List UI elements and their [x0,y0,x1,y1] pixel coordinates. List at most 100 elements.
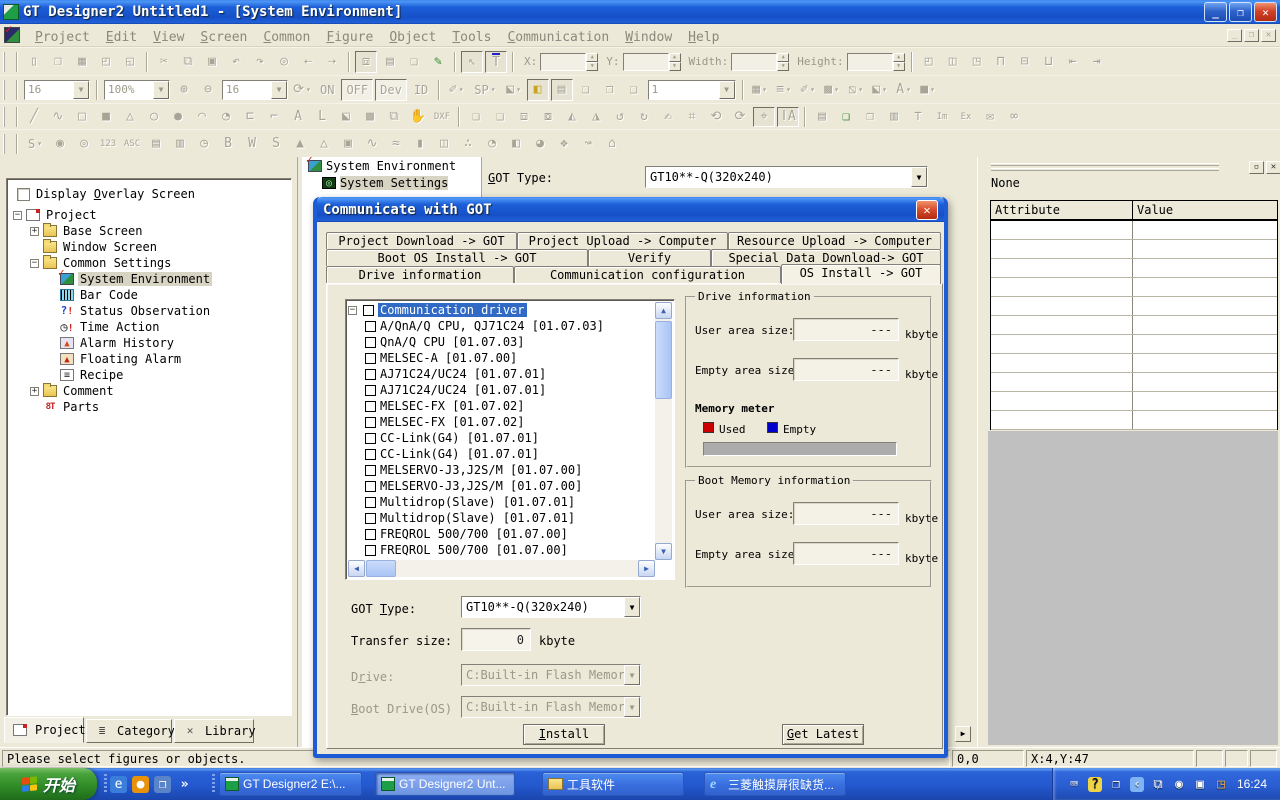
select-object-icon[interactable]: ǀA [777,107,799,127]
network-offline-tray-icon[interactable]: ⧉̷ [1151,777,1165,792]
paste-icon[interactable]: ▣ [201,51,223,73]
height-field[interactable] [847,53,893,71]
collapse-icon[interactable]: − [30,259,39,268]
driver-checkbox[interactable] [365,513,376,524]
chevron-down-icon[interactable]: ▼ [271,81,287,99]
start-button[interactable]: 开始 [0,768,97,800]
display-overlay-screen-checkbox[interactable] [17,188,30,201]
rotate-90-icon[interactable]: ⟲ [705,107,727,127]
chevron-down-icon[interactable]: ▾ [930,85,935,94]
tab-project[interactable]: Project [4,717,84,743]
comment-simple-icon[interactable]: S [265,133,287,155]
polyline-icon[interactable]: ∿ [47,107,69,127]
tree-item-alarm-history[interactable]: Alarm History [7,335,291,351]
alarm-history-icon[interactable]: ▲ [289,133,311,155]
flip-vertical-icon[interactable]: ◭ [561,107,583,127]
spinner[interactable]: ▲▼ [893,53,905,71]
driver-item-multidrop-slave[interactable]: Multidrop(Slave) [01.07.01] [348,494,655,510]
data-list-icon[interactable]: ▤ [145,133,167,155]
collapse-chevron-icon[interactable]: ‹ [1130,777,1144,792]
driver-item-freqrol-500-700[interactable]: FREQROL 500/700 [01.07.00] [348,542,655,558]
chevron-down-icon[interactable]: ▾ [906,85,911,94]
tree-item-status-observation[interactable]: Status Observation [7,303,291,319]
driver-item-cc-link-g4[interactable]: CC-Link(G4) [01.07.01] [348,430,655,446]
quicklaunch-overflow-chevron[interactable]: » [176,776,193,793]
paint-icon[interactable]: ⬕ [335,107,357,127]
communication-driver-checkbox[interactable] [363,305,374,316]
keyboard-tray-icon[interactable]: ⌨ [1067,777,1081,792]
chevron-down-icon[interactable]: ▾ [516,85,521,94]
dev-button[interactable]: Dev [375,79,407,101]
get-latest-button[interactable]: Get Latest [782,724,864,745]
dxf-icon[interactable]: DXF [431,107,453,127]
line-icon[interactable]: ╱ [23,107,45,127]
alarm-popup-icon[interactable]: ▣ [337,133,359,155]
align-center-icon[interactable]: ◫ [942,51,964,73]
new-project-icon[interactable]: ◰ [95,51,117,73]
driver-item-freqrol-500-700[interactable]: FREQROL 500/700 [01.07.00] [348,526,655,542]
driver-checkbox[interactable] [365,337,376,348]
circle-icon[interactable]: ○ [143,107,165,127]
menu-figure[interactable]: Figure [318,28,381,47]
select-mode-icon[interactable]: ⌖ [753,107,775,127]
same-width-icon[interactable]: ⇤ [1062,51,1084,73]
zoom-out-icon[interactable]: ⊖ [197,79,219,101]
redraw-icon[interactable]: ⟳▾ [291,79,313,101]
chevron-down-icon[interactable]: ▼ [719,81,735,99]
off-button[interactable]: OFF [341,79,373,101]
align-left-icon[interactable]: ◰ [918,51,940,73]
hscroll-thumb[interactable] [366,560,396,577]
driver-checkbox[interactable] [365,433,376,444]
tree-item-common-settings[interactable]: −Common Settings [7,255,291,271]
alarm-list-icon[interactable]: △ [313,133,335,155]
menu-project[interactable]: Project [27,28,98,47]
document-system-icon[interactable] [4,27,20,43]
scroll-right-icon[interactable]: ▶ [638,560,655,577]
tree-item-project[interactable]: −Project [7,207,291,223]
chevron-down-icon[interactable]: ▾ [306,85,311,94]
comment-word-icon[interactable]: W [241,133,263,155]
filled-circle-icon[interactable]: ● [167,107,189,127]
mdi-close-button[interactable]: ✕ [1261,29,1276,42]
width-field[interactable] [731,53,777,71]
scale-icon[interactable]: ⊏ [239,107,261,127]
logo-icon[interactable]: L [311,107,333,127]
dialog-titlebar[interactable]: Communicate with GOT ✕ [317,197,944,222]
driver-item-multidrop-slave[interactable]: Multidrop(Slave) [01.07.01] [348,510,655,526]
chevron-down-icon[interactable]: ▾ [37,139,42,148]
text-color-icon[interactable]: A▾ [893,79,915,101]
driver-item-melservo-j3-j2s-m[interactable]: MELSERVO-J3,J2S/M [01.07.00] [348,478,655,494]
menu-window[interactable]: Window [617,28,680,47]
chevron-down-icon[interactable]: ▼ [153,81,169,99]
chevron-down-icon[interactable]: ▾ [810,85,815,94]
layer-combo[interactable]: 1▼ [648,80,736,100]
screen-image-icon[interactable]: ❏ [403,51,425,73]
driver-checkbox[interactable] [365,465,376,476]
media-quicklaunch-icon[interactable]: ● [132,776,149,793]
toolbar-grip[interactable] [3,134,8,154]
chevron-down-icon[interactable]: ▾ [786,85,791,94]
find-icon[interactable]: ∞ [1003,107,1025,127]
panel-grip[interactable] [991,163,1219,171]
toolbar-grip[interactable] [3,52,8,72]
tree-item-bar-code[interactable]: Bar Code [7,287,291,303]
taskbar-task-gt-designer2-e[interactable]: GT Designer2 E:\... [219,772,362,796]
menu-communication[interactable]: Communication [499,28,617,47]
copy-style-icon[interactable]: ❏ [835,107,857,127]
sp-button[interactable]: SP▾ [469,79,500,101]
driver-item-melservo-j3-j2s-m[interactable]: MELSERVO-J3,J2S/M [01.07.00] [348,462,655,478]
driver-list-hscrollbar[interactable]: ◀ ▶ [348,560,655,577]
filled-area-icon[interactable]: ▩ [359,107,381,127]
edit-vertex-icon[interactable]: ✍ [657,107,679,127]
grid-icon[interactable]: ▦▾ [749,79,771,101]
select-arrow-icon[interactable]: ↖ [461,51,483,73]
on-button[interactable]: ON [315,79,339,101]
driver-checkbox[interactable] [365,401,376,412]
spinner[interactable]: ▲▼ [669,53,681,71]
align-top-icon[interactable]: ⊓ [990,51,1012,73]
prev-screen-icon[interactable]: ⇠ [297,51,319,73]
split-icon[interactable]: ⊤ [907,107,929,127]
stack-back-icon[interactable]: ❑ [623,79,645,101]
chevron-down-icon[interactable]: ▼ [911,167,927,187]
level-icon[interactable]: ◧ [505,133,527,155]
